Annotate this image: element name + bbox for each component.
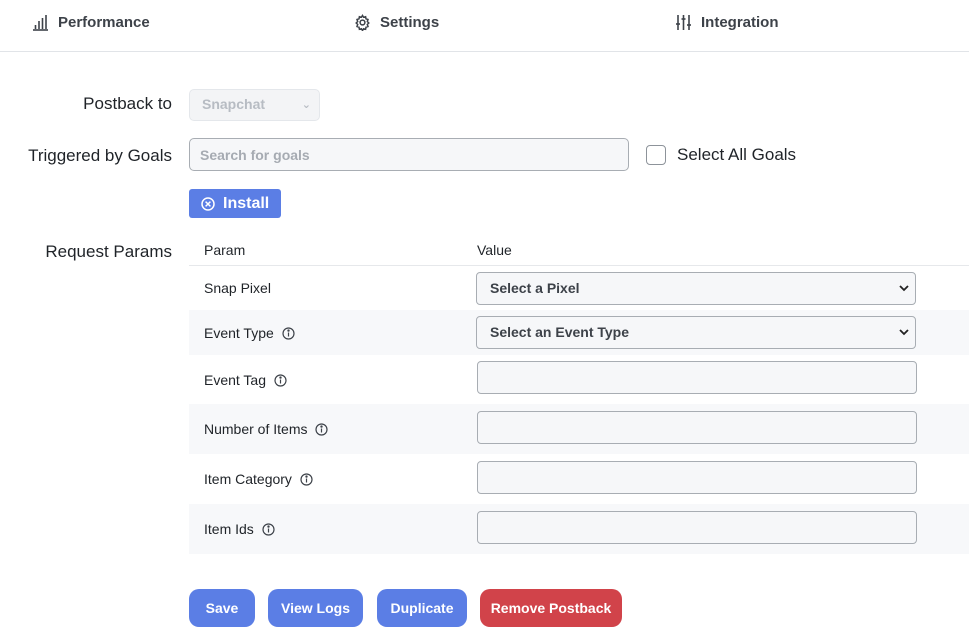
param-name-label: Snap Pixel (204, 280, 271, 296)
table-row: Number of Items (189, 404, 969, 454)
table-row: Event Type Select an Event Type (189, 310, 969, 355)
event-type-select[interactable]: Select an Event Type (476, 316, 916, 349)
postback-to-label: Postback to (83, 94, 172, 113)
postback-to-value: Snapchat (202, 96, 266, 112)
goal-search-input[interactable] (189, 138, 629, 171)
request-params-table: Param Value Snap Pixel Select a Pixel Ev… (189, 230, 969, 554)
info-icon[interactable] (300, 472, 313, 486)
event-type-select-value: Select an Event Type (490, 324, 630, 340)
param-name-event-type: Event Type (204, 325, 295, 341)
select-all-goals-checkbox[interactable] (646, 145, 666, 165)
table-header: Param Value (189, 230, 969, 266)
snap-pixel-select[interactable]: Select a Pixel (476, 272, 916, 305)
param-name-snap-pixel: Snap Pixel (204, 280, 271, 296)
param-name-item-ids: Item Ids (204, 521, 275, 537)
item-ids-input[interactable] (477, 511, 917, 544)
table-row: Item Category (189, 454, 969, 504)
chevron-down-icon: ⌄ (301, 99, 311, 111)
info-icon[interactable] (282, 326, 295, 340)
item-category-input[interactable] (477, 461, 917, 494)
remove-postback-button[interactable]: Remove Postback (480, 589, 622, 627)
table-row: Event Tag (189, 355, 969, 404)
chevron-down-icon (899, 329, 909, 336)
tab-integration[interactable]: Integration (675, 14, 779, 31)
gear-icon (355, 14, 370, 31)
duplicate-button[interactable]: Duplicate (377, 589, 467, 627)
chevron-down-icon (899, 285, 909, 292)
info-icon[interactable] (262, 522, 275, 536)
param-name-label: Item Category (204, 471, 292, 487)
tab-performance-label: Performance (58, 14, 150, 31)
param-name-label: Number of Items (204, 421, 308, 437)
table-row: Item Ids (189, 504, 969, 554)
tab-integration-label: Integration (701, 14, 779, 31)
column-header-value: Value (477, 242, 512, 258)
triggered-by-goals-label: Triggered by Goals (28, 146, 172, 165)
table-row: Snap Pixel Select a Pixel (189, 266, 969, 310)
info-icon[interactable] (274, 373, 287, 387)
param-name-label: Event Type (204, 325, 274, 341)
install-button-label: Install (223, 194, 270, 212)
postback-to-select: Snapchat ⌄ (189, 89, 320, 121)
event-tag-input[interactable] (477, 361, 917, 394)
tab-bar: Performance Settings Integration (0, 0, 969, 52)
view-logs-button[interactable]: View Logs (268, 589, 363, 627)
bar-chart-icon (33, 15, 48, 31)
close-circle-icon (201, 196, 215, 211)
tab-settings[interactable]: Settings (354, 14, 439, 31)
select-all-goals-label: Select All Goals (677, 145, 797, 164)
param-name-label: Event Tag (204, 372, 267, 388)
number-of-items-input[interactable] (477, 411, 917, 444)
tab-performance[interactable]: Performance (32, 14, 150, 31)
param-name-event-tag: Event Tag (204, 372, 287, 388)
install-button[interactable]: Install (189, 189, 281, 218)
save-button[interactable]: Save (189, 589, 255, 627)
param-name-label: Item Ids (204, 521, 254, 537)
info-icon[interactable] (315, 422, 329, 436)
tab-settings-label: Settings (380, 14, 440, 31)
param-name-number-of-items: Number of Items (204, 421, 329, 437)
sliders-icon (676, 15, 691, 30)
param-name-item-category: Item Category (204, 471, 313, 487)
column-header-param: Param (204, 242, 246, 258)
snap-pixel-select-value: Select a Pixel (490, 280, 580, 296)
request-params-label: Request Params (45, 242, 172, 261)
select-all-goals-toggle[interactable]: Select All Goals (646, 145, 796, 165)
